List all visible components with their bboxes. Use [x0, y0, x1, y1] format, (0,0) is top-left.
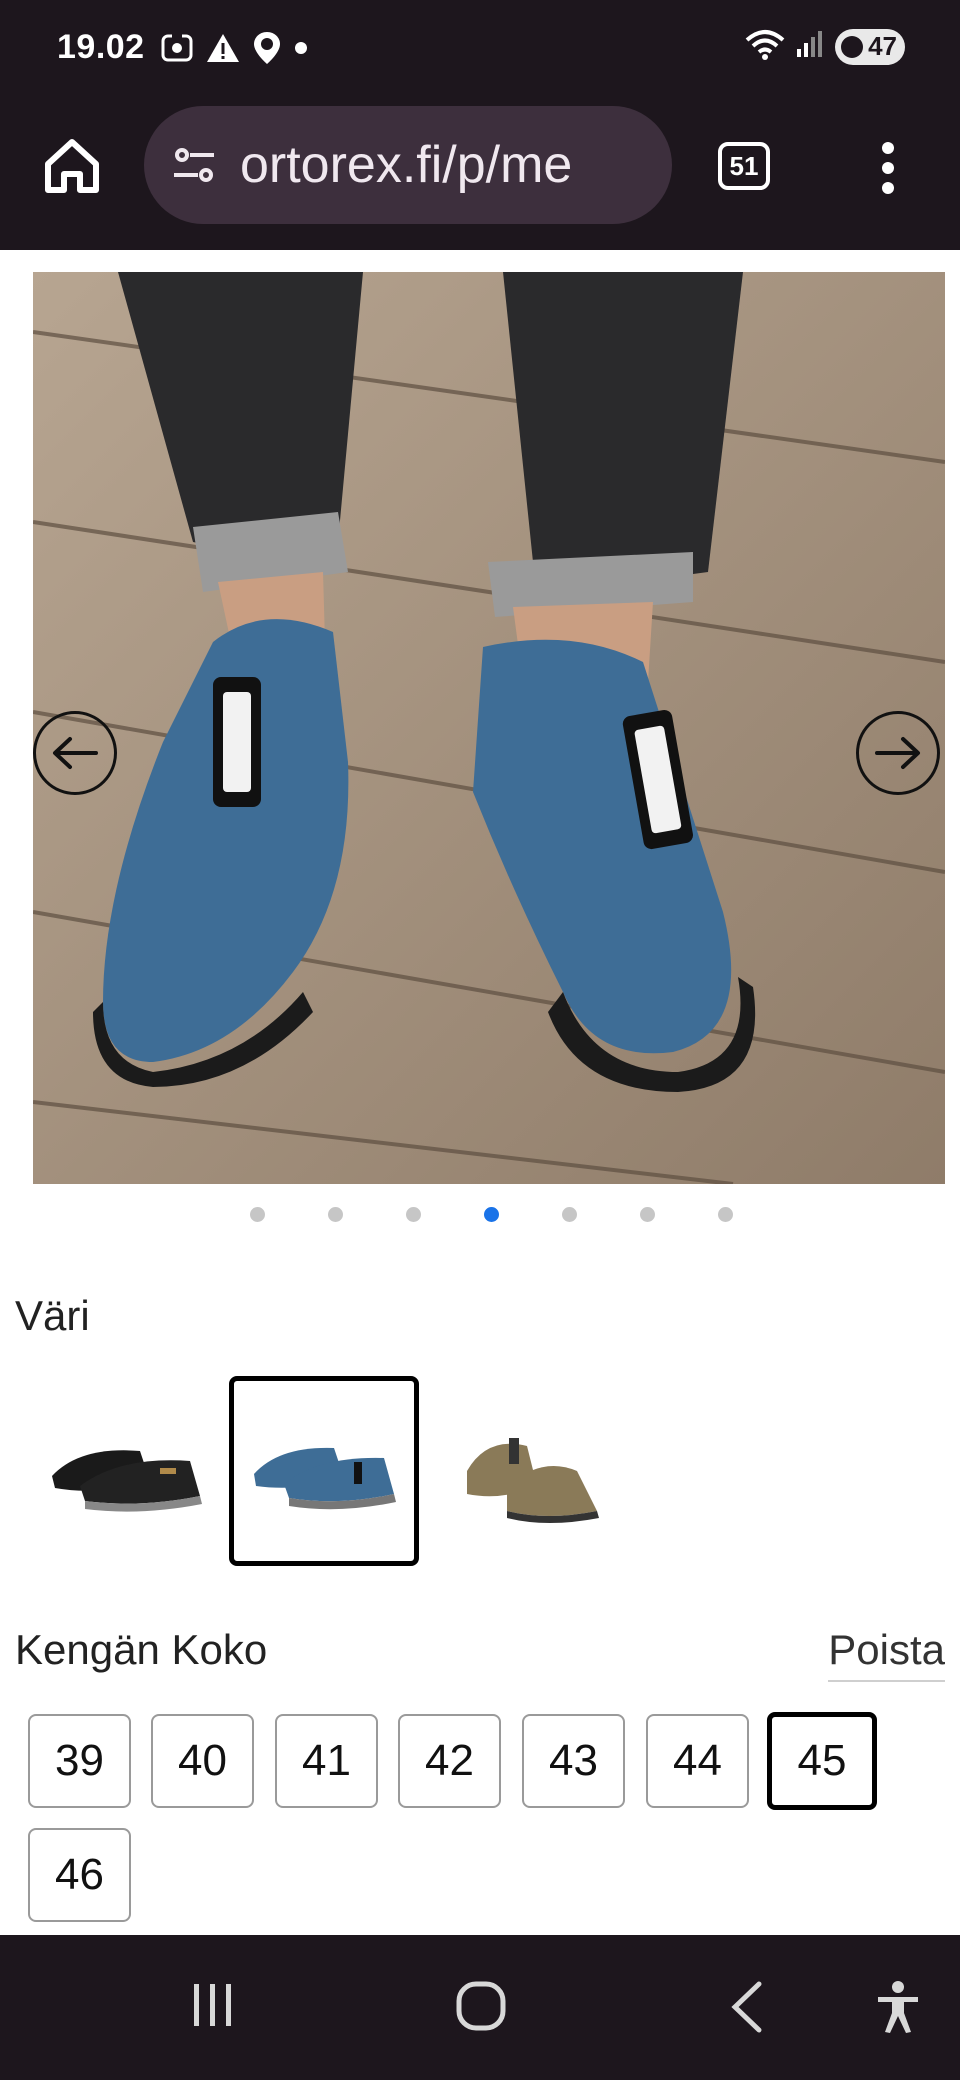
color-swatch-black[interactable]	[30, 1376, 220, 1566]
size-option-42[interactable]: 42	[398, 1714, 501, 1808]
pagination-dot[interactable]	[250, 1207, 265, 1222]
arrow-right-icon	[875, 737, 920, 769]
size-option-46[interactable]: 46	[28, 1828, 131, 1922]
system-nav-bar	[0, 1935, 960, 2080]
gallery-pagination	[0, 1207, 960, 1227]
pagination-dot[interactable]	[718, 1207, 733, 1222]
dot-icon	[294, 41, 308, 55]
signal-icon	[795, 29, 825, 64]
size-option-43[interactable]: 43	[522, 1714, 625, 1808]
home-nav-icon[interactable]	[455, 1980, 507, 2037]
screenshot-icon	[160, 31, 194, 65]
status-bar: 19.02 47	[0, 0, 960, 100]
address-bar[interactable]: ortorex.fi/p/me	[144, 106, 672, 224]
color-swatch-khaki[interactable]	[432, 1376, 622, 1566]
recent-apps-icon[interactable]	[188, 1980, 238, 2035]
next-image-button[interactable]	[856, 711, 940, 795]
size-option-41[interactable]: 41	[275, 1714, 378, 1808]
color-label: Väri	[15, 1292, 90, 1339]
pagination-dot[interactable]	[562, 1207, 577, 1222]
size-option-45[interactable]: 45	[767, 1712, 877, 1810]
site-settings-icon[interactable]	[170, 141, 218, 189]
size-option-40[interactable]: 40	[151, 1714, 254, 1808]
size-option-44[interactable]: 44	[646, 1714, 749, 1808]
previous-image-button[interactable]	[33, 711, 117, 795]
color-swatch-blue[interactable]	[229, 1376, 419, 1566]
pagination-dot-active[interactable]	[484, 1207, 499, 1222]
product-image[interactable]	[33, 272, 945, 1184]
battery-indicator: 47	[835, 28, 905, 65]
battery-saver-icon	[841, 35, 863, 58]
more-options-icon[interactable]	[876, 138, 900, 198]
home-icon[interactable]	[40, 134, 104, 198]
arrow-left-icon	[53, 737, 98, 769]
accessibility-icon[interactable]	[875, 1980, 921, 2039]
pagination-dot[interactable]	[406, 1207, 421, 1222]
browser-toolbar: ortorex.fi/p/me 51	[0, 100, 960, 250]
size-option-39[interactable]: 39	[28, 1714, 131, 1808]
pagination-dot[interactable]	[640, 1207, 655, 1222]
tab-switcher-button[interactable]: 51	[718, 142, 770, 190]
warning-icon	[206, 32, 240, 64]
location-icon	[252, 30, 282, 66]
battery-level: 47	[868, 31, 897, 61]
status-time: 19.02	[57, 28, 145, 66]
url-text[interactable]: ortorex.fi/p/me	[240, 135, 650, 195]
size-label: Kengän Koko	[15, 1626, 268, 1673]
remove-selection-link[interactable]: Poista	[828, 1626, 945, 1682]
wifi-icon	[745, 28, 785, 65]
pagination-dot[interactable]	[328, 1207, 343, 1222]
back-icon[interactable]	[727, 1980, 767, 2039]
